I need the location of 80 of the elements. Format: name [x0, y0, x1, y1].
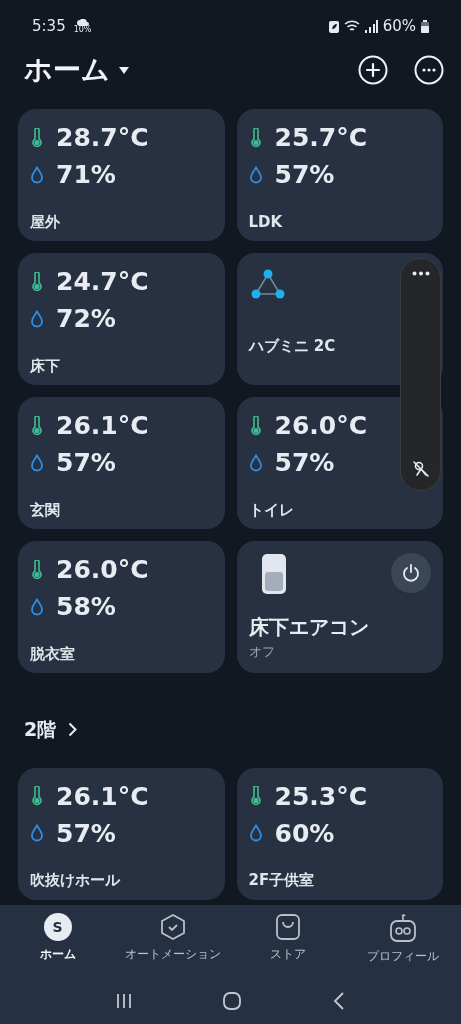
water-drop-icon — [248, 824, 263, 842]
add-icon[interactable] — [358, 55, 388, 85]
water-drop-icon — [30, 453, 44, 472]
sensor-name: トイレ — [248, 499, 294, 521]
home-button-icon[interactable] — [223, 992, 242, 1010]
humidity-reading: 57% — [56, 450, 116, 475]
temperature-reading: 26.0°C — [56, 557, 149, 582]
water-drop-icon — [30, 165, 44, 184]
temperature-reading: 24.7°C — [56, 269, 149, 294]
device-card[interactable]: 床下エアコン オフ — [236, 541, 443, 673]
sensor-card[interactable]: 26.1°C 57% 玄関 — [18, 397, 225, 529]
sensor-name: 脱衣室 — [30, 643, 75, 665]
robot-icon — [389, 913, 418, 943]
device-status: オフ — [248, 642, 275, 661]
recent-apps-icon[interactable] — [115, 993, 132, 1009]
sensor-name: LDK — [248, 211, 283, 233]
signal-icon — [364, 19, 378, 33]
check-hexagon-icon — [158, 913, 187, 941]
humidity-reading: 57% — [274, 162, 335, 187]
water-drop-icon — [30, 597, 44, 616]
thermometer-icon — [30, 127, 44, 148]
temperature-reading: 28.7°C — [56, 125, 149, 150]
home-selector[interactable]: ホーム — [24, 49, 130, 91]
sensor-name: 屋外 — [30, 211, 60, 233]
humidity-reading: 71% — [56, 162, 116, 187]
device-name: ハブミニ 2C — [248, 335, 336, 357]
dropdown-caret-icon — [118, 65, 130, 75]
water-drop-icon — [30, 824, 44, 842]
sensor-card[interactable]: 26.1°C 57% 吹抜けホール — [18, 767, 225, 900]
more-icon[interactable] — [414, 55, 444, 85]
sensor-name: 吹抜けホール — [30, 870, 120, 891]
thermometer-icon — [30, 786, 44, 806]
thermometer-icon — [30, 415, 44, 436]
thermometer-icon — [248, 127, 263, 148]
battery-percent: 60% — [382, 15, 416, 37]
humidity-reading: 57% — [56, 820, 116, 846]
sensor-card[interactable]: 28.7°C 71% 屋外 — [18, 109, 225, 241]
nav-tab[interactable]: S ホーム — [0, 913, 116, 965]
status-time: 5:35 — [32, 15, 66, 37]
thermometer-icon — [248, 786, 263, 806]
power-button[interactable] — [391, 553, 431, 593]
humidity-reading: 58% — [56, 594, 116, 619]
power-icon — [401, 563, 421, 583]
sensor-name: 床下 — [30, 355, 60, 377]
temperature-reading: 26.1°C — [56, 783, 149, 809]
nav-tab[interactable]: プロフィール — [345, 913, 461, 965]
wifi-icon — [343, 19, 360, 33]
sensor-card[interactable]: 25.7°C 57% LDK — [236, 109, 443, 241]
sensor-card[interactable]: 26.0°C 58% 脱衣室 — [18, 541, 225, 673]
thermometer-icon — [30, 559, 44, 580]
humidity-reading: 57% — [274, 450, 335, 475]
crossed-out-icon[interactable] — [411, 460, 430, 478]
shopping-bag-icon — [275, 913, 302, 941]
temperature-reading: 25.3°C — [274, 783, 368, 809]
temperature-reading: 26.0°C — [274, 413, 368, 438]
thermometer-icon — [30, 271, 44, 292]
water-drop-icon — [248, 453, 263, 472]
nav-tab[interactable]: オートメーション — [115, 913, 231, 965]
more-icon[interactable] — [411, 271, 430, 276]
back-icon[interactable] — [333, 992, 346, 1010]
battery-saver-icon — [328, 19, 339, 33]
temperature-reading: 26.1°C — [56, 413, 149, 438]
humidity-reading: 60% — [274, 820, 335, 846]
air-conditioner-icon — [260, 553, 287, 595]
cloud-icon — [76, 18, 89, 26]
chevron-right-icon — [68, 721, 78, 737]
thermometer-icon — [248, 415, 263, 436]
sensor-card[interactable]: 24.7°C 72% 床下 — [18, 253, 225, 385]
temperature-reading: 25.7°C — [274, 125, 368, 150]
section-link[interactable]: 2階 — [0, 715, 78, 744]
sensor-name: 玄関 — [30, 499, 60, 521]
humidity-reading: 72% — [56, 306, 116, 331]
water-drop-icon — [30, 309, 44, 328]
water-drop-icon — [248, 165, 263, 184]
sensor-card[interactable]: 25.3°C 60% 2F子供室 — [236, 767, 443, 900]
nav-tab[interactable]: ストア — [230, 913, 346, 965]
device-name: 床下エアコン — [248, 613, 369, 641]
home-icon: S — [43, 913, 72, 941]
sensor-name: 2F子供室 — [248, 870, 315, 891]
battery-icon — [421, 19, 429, 33]
